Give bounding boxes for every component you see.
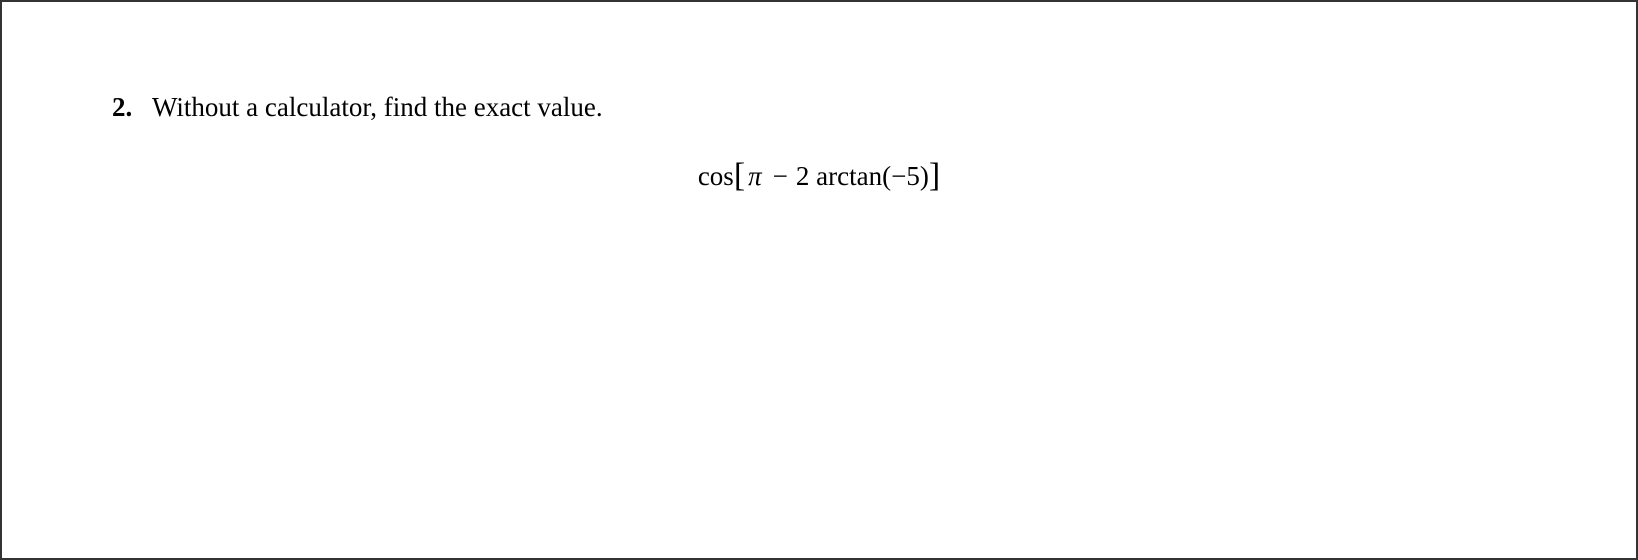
problem-number: 2. <box>112 92 140 123</box>
cos-function: cos <box>698 161 734 192</box>
formula-container: cos[π−2 arctan(−5)] <box>112 161 1526 192</box>
problem-instruction: Without a calculator, find the exact val… <box>152 92 603 123</box>
right-paren: ) <box>920 161 929 192</box>
document-content: 2. Without a calculator, find the exact … <box>2 2 1636 192</box>
math-expression: cos[π−2 arctan(−5)] <box>698 161 940 192</box>
pi-symbol: π <box>745 161 765 192</box>
left-paren: ( <box>882 161 891 192</box>
minus-operator: − <box>765 161 796 192</box>
right-bracket: ] <box>929 162 940 189</box>
left-bracket: [ <box>734 162 745 189</box>
coefficient-two: 2 <box>796 161 810 192</box>
problem-statement: 2. Without a calculator, find the exact … <box>112 92 1526 123</box>
arctan-function: arctan <box>816 161 882 192</box>
negative-five: −5 <box>891 161 920 192</box>
